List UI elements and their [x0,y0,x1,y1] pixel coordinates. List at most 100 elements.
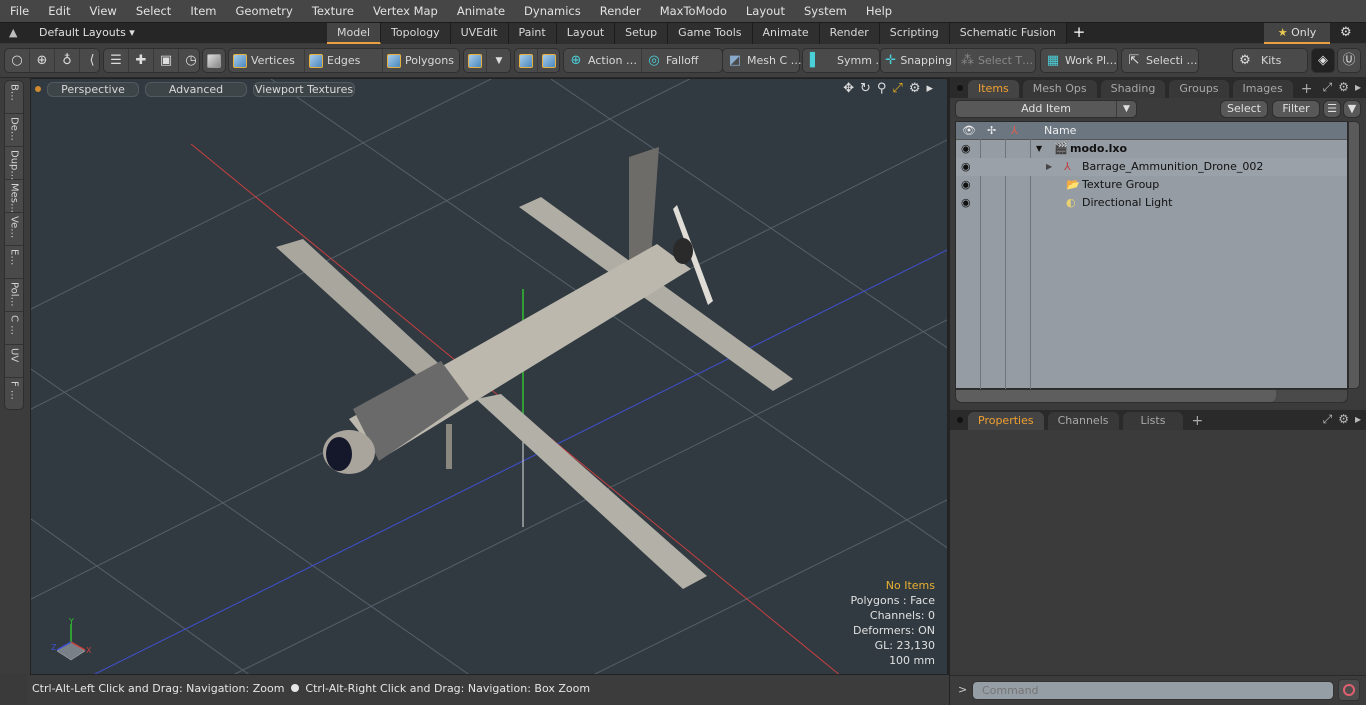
kits-button[interactable]: ⚙ Kits [1232,48,1308,73]
symmetry-button[interactable]: ▌ Symm … [802,48,886,73]
perspective-button[interactable]: Perspective [47,81,139,97]
list-item[interactable]: ◉ ◐ Directional Light [956,194,1347,212]
viewport-expand-arrow-icon[interactable]: ▸ [926,81,933,96]
name-column-header[interactable]: Name [1044,124,1076,137]
select-button[interactable]: Select [1220,100,1268,118]
menu-view[interactable]: View [80,4,126,18]
zoom-view-icon[interactable]: ⚲ [877,81,887,96]
tab-paint[interactable]: Paint [508,23,557,44]
select-through-button[interactable]: ⁂ Select T… [957,49,1035,72]
tab-channels[interactable]: Channels [1047,412,1119,430]
expand-arrow-icon[interactable]: ▶ [1046,162,1052,171]
menu-dynamics[interactable]: Dynamics [514,4,590,18]
tab-scripting[interactable]: Scripting [879,23,950,44]
action-center-button[interactable]: ⊕ Action … [564,49,642,72]
add-item-button[interactable]: Add Item ▼ [955,100,1137,118]
3d-viewport[interactable]: Y X Z Perspective Advanced Viewport Text… [30,78,948,675]
panel-gear-icon[interactable]: ⚙ [1338,80,1349,95]
pen-tool-button[interactable]: ♁ [55,49,80,72]
menu-system[interactable]: System [794,4,856,18]
list-item[interactable]: ◉ ▶ ⅄ Barrage_Ammunition_Drone_002 [956,158,1347,176]
add-item-dropdown-icon[interactable]: ▼ [1116,101,1136,117]
collapse-arrow-icon[interactable]: ▼ [1036,144,1042,153]
menu-texture[interactable]: Texture [302,4,363,18]
menu-edit[interactable]: Edit [38,4,79,18]
tab-model[interactable]: Model [327,23,382,44]
visibility-eye-icon[interactable]: ◉ [961,178,971,191]
visibility-eye-icon[interactable]: ◉ [961,160,971,173]
layers-button[interactable]: ☰ [104,49,129,72]
add-tab-button[interactable]: + [1067,23,1091,44]
vtab-deform[interactable]: De… [5,114,23,147]
list-options-button[interactable]: ☰ [1323,100,1341,118]
menu-layout[interactable]: Layout [736,4,794,18]
viewport-options-dot[interactable] [35,86,41,92]
material-mode-button[interactable] [464,49,487,72]
square-circle-button[interactable]: ▣ [154,49,179,72]
add-panel-tab-button[interactable]: + [1187,413,1207,430]
rotate-view-icon[interactable]: ↻ [860,81,871,96]
local-transform-button[interactable] [538,49,560,72]
tab-topology[interactable]: Topology [381,23,451,44]
menu-help[interactable]: Help [856,4,901,18]
menu-vertex-map[interactable]: Vertex Map [363,4,447,18]
viewport-scene[interactable]: Y X Z [31,79,948,675]
maximize-panel-icon[interactable]: ⤢ [1323,80,1333,95]
panel-arrow-icon[interactable]: ▸ [1355,412,1361,427]
tab-lists[interactable]: Lists [1122,412,1184,430]
vtab-basic[interactable]: B… [5,81,23,114]
grid-cross-button[interactable]: ✚ [129,49,154,72]
tab-schematic-fusion[interactable]: Schematic Fusion [949,23,1068,44]
selection-sets-button[interactable]: ⇱ Selecti … [1121,48,1199,73]
panel-options-dot[interactable] [957,85,963,91]
tab-setup[interactable]: Setup [615,23,669,44]
lasso-tool-button[interactable]: ⟨ [80,49,104,72]
menu-file[interactable]: File [0,4,38,18]
add-panel-tab-button[interactable]: + [1297,81,1317,98]
record-macro-button[interactable] [1338,679,1360,701]
default-layouts-dropdown[interactable]: Default Layouts ▾ [39,26,135,39]
only-toggle[interactable]: ★ Only [1264,23,1330,44]
viewport-textures-button[interactable]: Viewport Textures [253,81,355,97]
item-list-horizontal-scrollbar[interactable] [955,389,1348,403]
snapping-button[interactable]: ✛ Snapping [881,49,957,72]
vtab-mesh-edit[interactable]: Mes… [5,180,23,213]
menu-item[interactable]: Item [180,4,225,18]
eye-header-icon[interactable]: 👁 [962,124,976,137]
material-mode-dropdown[interactable]: ▼ [487,49,511,72]
vertices-button[interactable]: Vertices [229,49,305,72]
clock-button[interactable]: ◷ [179,49,203,72]
menu-maxtomodo[interactable]: MaxToModo [650,4,736,18]
vtab-vertex[interactable]: Ve… [5,213,23,246]
move-view-icon[interactable]: ✥ [843,81,854,96]
falloff-button[interactable]: ◎ Falloff [642,49,722,72]
mesh-constraint-button[interactable]: ◩ Mesh C … [722,48,802,73]
vtab-duplicate[interactable]: Dup… [5,147,23,180]
tab-layout[interactable]: Layout [556,23,616,44]
item-list-vertical-scrollbar[interactable] [1348,121,1360,389]
world-transform-button[interactable] [515,49,538,72]
advanced-button[interactable]: Advanced [145,81,247,97]
filter-funnel-button[interactable]: ▼ [1343,100,1361,118]
unreal-button[interactable]: Ⓤ [1337,48,1361,73]
menu-geometry[interactable]: Geometry [226,4,302,18]
select-globe-button[interactable]: ⊕ [30,49,55,72]
vtab-uv[interactable]: UV [5,345,23,378]
tab-items[interactable]: Items [968,80,1019,98]
vtab-polygon[interactable]: Pol… [5,279,23,312]
gear-icon[interactable]: ⚙ [1340,25,1352,40]
list-item[interactable]: ◉ ▼ 🎬 modo.lxo [956,140,1347,158]
edges-button[interactable]: Edges [305,49,383,72]
tab-game-tools[interactable]: Game Tools [668,23,753,44]
move-header-icon[interactable]: ✢ [987,124,996,137]
tab-uvedit[interactable]: UVEdit [450,23,509,44]
tab-render[interactable]: Render [819,23,880,44]
visibility-eye-icon[interactable]: ◉ [961,142,971,155]
polygons-button[interactable]: Polygons [383,49,459,72]
unity-button[interactable]: ◈ [1311,48,1335,73]
tab-groups[interactable]: Groups [1169,80,1229,98]
filter-button[interactable]: Filter [1272,100,1320,118]
vtab-edge[interactable]: E… [5,246,23,279]
item-mode-button[interactable] [202,48,226,73]
tab-mesh-ops[interactable]: Mesh Ops [1022,80,1097,98]
